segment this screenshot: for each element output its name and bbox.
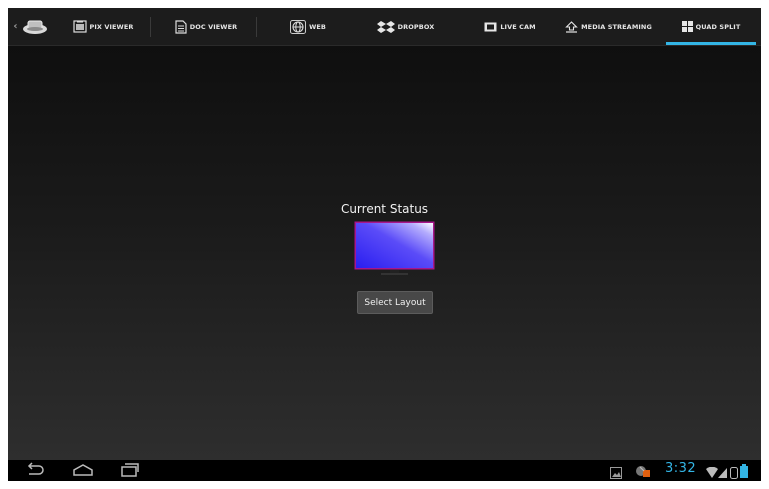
- wifi-icon: [706, 464, 718, 481]
- tab-label: QUAD SPLIT: [695, 22, 741, 31]
- tab-divider: [150, 17, 151, 37]
- gallery-notification-icon[interactable]: [610, 464, 622, 481]
- quad-split-icon: [681, 21, 693, 32]
- tab-doc-viewer[interactable]: DOC VIEWER: [166, 8, 246, 45]
- tab-live-cam[interactable]: LIVE CAM: [475, 8, 545, 45]
- tab-label: DOC VIEWER: [189, 22, 238, 31]
- tab-label: PIX VIEWER: [89, 22, 134, 31]
- recent-apps-icon[interactable]: [120, 462, 140, 481]
- signal-icon: [718, 464, 728, 481]
- tab-media-streaming[interactable]: MEDIA STREAMING: [561, 8, 656, 45]
- globe-icon: [290, 19, 307, 34]
- clock: 3:32: [665, 461, 697, 476]
- tab-label: WEB: [309, 22, 326, 31]
- tablet-screen: ‹ PIX VIEWER DOC VIEWER WEB DROPBOX LIVE…: [8, 8, 761, 481]
- chevron-left-icon: ‹: [13, 21, 18, 32]
- main-content: Current Status Select Layout: [8, 46, 761, 460]
- document-icon: [175, 19, 187, 34]
- tab-bar: ‹ PIX VIEWER DOC VIEWER WEB DROPBOX LIVE…: [8, 8, 761, 46]
- picture-icon: [72, 20, 87, 33]
- select-layout-button[interactable]: Select Layout: [357, 291, 433, 314]
- tab-label: MEDIA STREAMING: [581, 22, 652, 31]
- tab-divider: [256, 17, 257, 37]
- tab-pix-viewer[interactable]: PIX VIEWER: [63, 8, 143, 45]
- system-navigation-bar: 3:32: [8, 460, 761, 481]
- tab-label: DROPBOX: [397, 22, 435, 31]
- tab-dropbox[interactable]: DROPBOX: [363, 8, 448, 45]
- battery-icon: [740, 463, 748, 481]
- data-activity-icon: [730, 464, 738, 481]
- home-icon[interactable]: [72, 462, 94, 481]
- tab-label: LIVE CAM: [500, 22, 536, 31]
- dropbox-icon: [376, 20, 395, 34]
- tab-web[interactable]: WEB: [278, 8, 338, 45]
- monitor-preview-icon: [354, 221, 435, 277]
- current-status-title: Current Status: [340, 202, 429, 216]
- camera-icon: [484, 22, 497, 32]
- tab-quad-split[interactable]: QUAD SPLIT: [664, 8, 758, 45]
- streaming-icon: [565, 20, 578, 33]
- back-icon[interactable]: [25, 462, 45, 481]
- app-logo-icon: [22, 19, 48, 35]
- app-notification-icon[interactable]: [635, 463, 651, 481]
- tab-app-logo[interactable]: ‹: [8, 8, 53, 45]
